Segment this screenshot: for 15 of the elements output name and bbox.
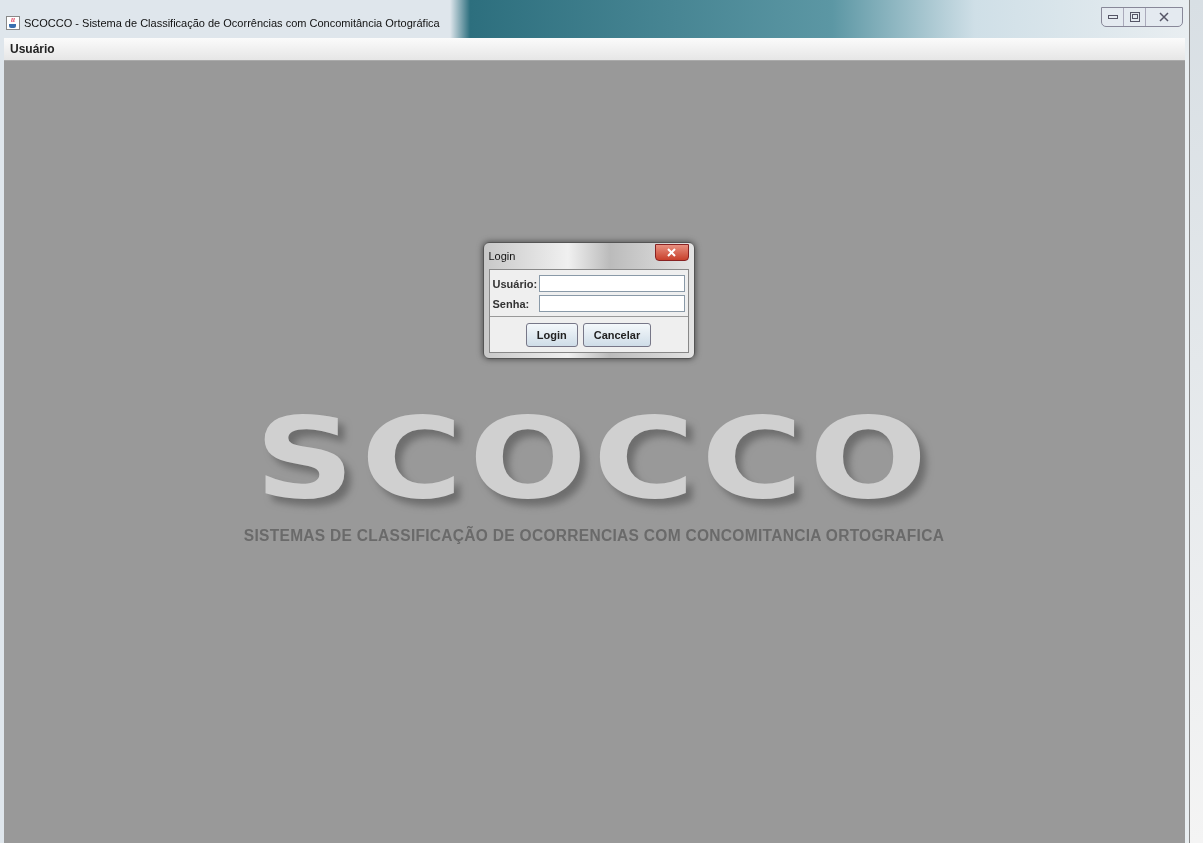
minimize-icon [1107,14,1118,20]
field-label: Usuário: [492,277,538,290]
dialog-button[interactable]: Login [525,323,578,347]
maximize-icon [1129,12,1140,22]
close-button[interactable] [654,243,689,261]
menu-item[interactable]: Usuário [10,42,55,56]
window-title: SCOCCO - Sistema de Classificação de Ocorrências com Concomitância Ortográfica [24,17,440,29]
close-icon [1159,12,1169,22]
coffee-cup-icon [6,16,20,30]
close-icon [667,247,676,257]
field-label: Senha: [492,297,531,310]
input-field[interactable] [539,295,685,312]
dialog-title: Login [488,250,516,262]
dialog-button[interactable]: Cancelar [582,323,652,347]
input-field[interactable] [539,275,685,292]
